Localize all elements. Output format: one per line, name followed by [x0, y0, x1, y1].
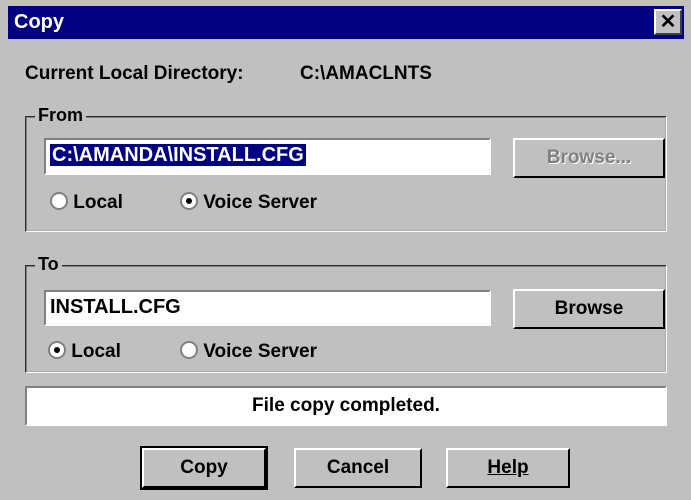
from-path-value: C:\AMANDA\INSTALL.CFG	[50, 144, 306, 166]
cancel-button[interactable]: Cancel	[294, 448, 422, 488]
help-button-label: Help	[487, 457, 529, 478]
to-browse-label: Browse	[554, 298, 624, 319]
radio-checked-icon	[180, 192, 198, 210]
to-radio-voice-label: Voice Server	[203, 341, 318, 362]
from-radio-voice-label: Voice Server	[203, 192, 318, 213]
close-icon: ✕	[659, 11, 677, 33]
cancel-button-label: Cancel	[326, 457, 390, 478]
from-browse-button[interactable]: Browse...	[513, 138, 665, 178]
copy-dialog: Copy ✕ Current Local Directory: C:\AMACL…	[0, 0, 691, 500]
to-radio-voice-server[interactable]: Voice Server	[180, 341, 317, 365]
radio-unchecked-icon	[180, 341, 198, 359]
from-radio-local[interactable]: Local	[50, 192, 123, 216]
to-radio-local-label: Local	[71, 341, 121, 362]
title-bar[interactable]: Copy ✕	[8, 6, 684, 39]
window-title: Copy	[14, 11, 64, 33]
to-group-legend: To	[35, 254, 62, 275]
status-message: File copy completed.	[252, 395, 440, 416]
current-directory-value: C:\AMACLNTS	[300, 63, 432, 84]
help-button[interactable]: Help	[446, 448, 570, 488]
from-browse-label: Browse...	[546, 147, 632, 168]
current-directory-label: Current Local Directory:	[25, 63, 244, 84]
from-group-legend: From	[35, 105, 86, 126]
to-path-input[interactable]: INSTALL.CFG	[44, 290, 491, 326]
copy-button-label: Copy	[180, 457, 228, 478]
status-box: File copy completed.	[25, 386, 667, 426]
to-path-value: INSTALL.CFG	[50, 296, 181, 318]
copy-button[interactable]: Copy	[140, 446, 268, 490]
from-radio-local-label: Local	[73, 192, 123, 213]
close-button[interactable]: ✕	[654, 9, 682, 35]
radio-unchecked-icon	[50, 192, 68, 210]
from-path-input[interactable]: C:\AMANDA\INSTALL.CFG	[44, 138, 491, 175]
radio-checked-icon	[48, 341, 66, 359]
to-radio-local[interactable]: Local	[48, 341, 121, 365]
to-browse-button[interactable]: Browse	[513, 289, 665, 329]
from-radio-voice-server[interactable]: Voice Server	[180, 192, 317, 216]
